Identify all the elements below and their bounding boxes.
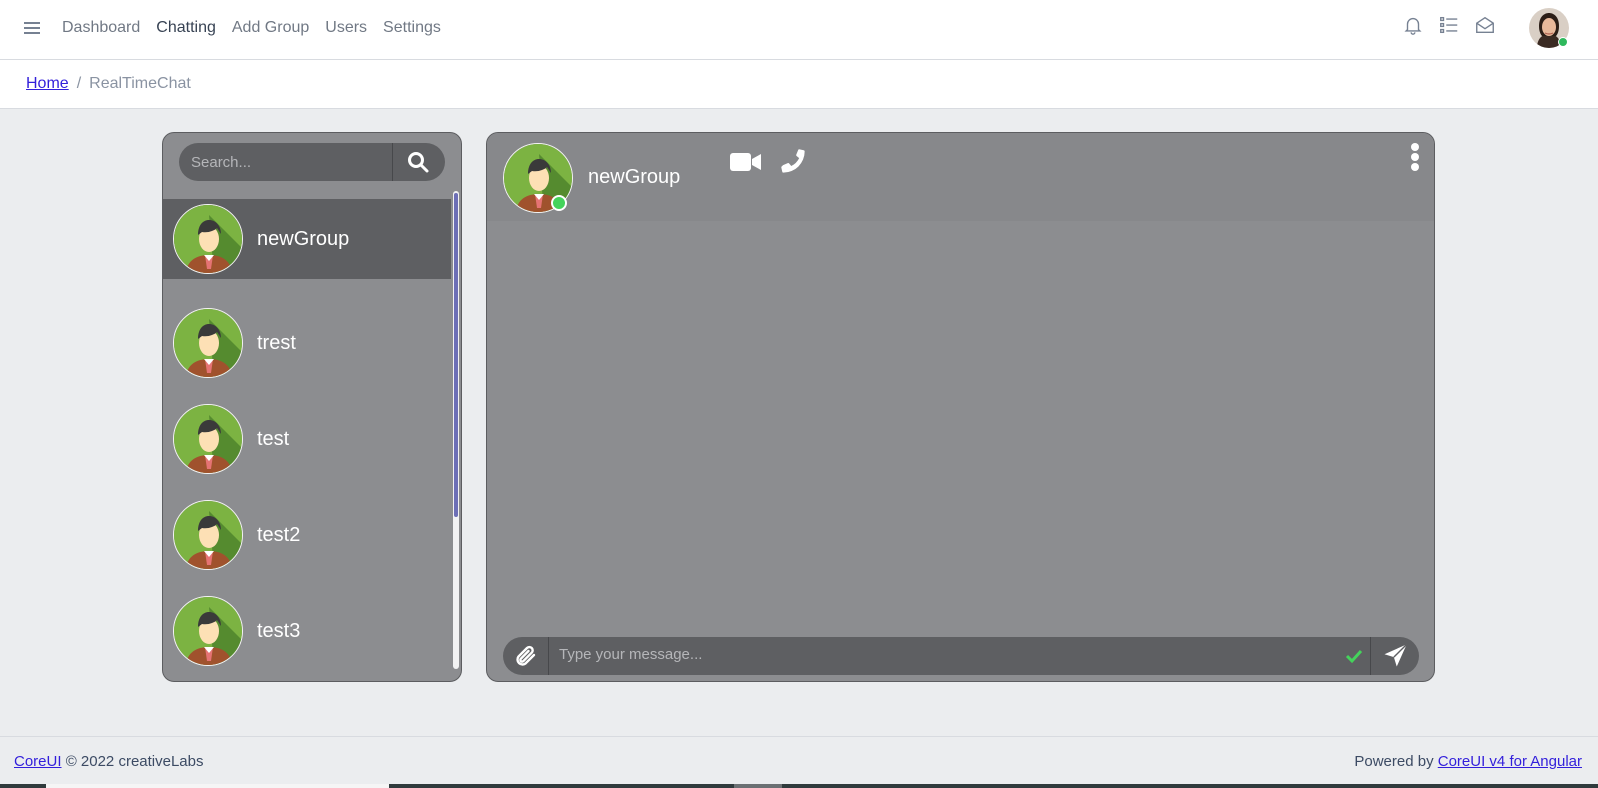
- contact-list: newGroup trest test test2 test3: [163, 199, 451, 671]
- contact-name: test3: [257, 619, 301, 642]
- contact-name: trest: [257, 331, 296, 354]
- nav-dashboard[interactable]: Dashboard: [62, 19, 140, 37]
- breadcrumb-home-link[interactable]: Home: [26, 75, 69, 92]
- chat-panel: newGroup: [486, 132, 1435, 682]
- video-call-icon[interactable]: [730, 151, 762, 173]
- nav-users[interactable]: Users: [325, 19, 367, 37]
- attach-button[interactable]: [503, 637, 549, 675]
- send-arrow-icon: [1384, 643, 1408, 667]
- search-button[interactable]: [393, 143, 443, 181]
- footer-right: Powered by CoreUI v4 for Angular: [1354, 753, 1582, 770]
- nav-add-group[interactable]: Add Group: [232, 19, 309, 37]
- bell-icon[interactable]: [1402, 14, 1424, 36]
- user-online-indicator: [1558, 37, 1568, 47]
- hamburger-menu-icon[interactable]: [22, 19, 42, 37]
- envelope-open-icon[interactable]: [1474, 14, 1496, 36]
- scrollbar-thumb[interactable]: [454, 193, 458, 517]
- contact-avatar: [173, 404, 243, 474]
- contacts-panel: newGroup trest test test2 test3: [162, 132, 462, 682]
- strip-segment: [46, 784, 389, 788]
- strip-segment: [734, 784, 782, 788]
- powered-by-text: Powered by: [1354, 753, 1434, 770]
- phone-call-icon[interactable]: [779, 147, 807, 175]
- nav-settings[interactable]: Settings: [383, 19, 441, 37]
- contact-item[interactable]: test3: [163, 583, 451, 671]
- contact-avatar: [173, 596, 243, 666]
- list-icon[interactable]: [1438, 14, 1460, 36]
- search-icon: [408, 152, 429, 173]
- breadcrumb: Home / RealTimeChat: [26, 75, 191, 93]
- breadcrumb-bar: Home / RealTimeChat: [0, 60, 1598, 109]
- contact-name: test2: [257, 523, 301, 546]
- nav-chatting[interactable]: Chatting: [156, 19, 216, 37]
- breadcrumb-current: RealTimeChat: [89, 75, 191, 92]
- contact-avatar: [173, 204, 243, 274]
- message-composer: [503, 637, 1419, 675]
- more-options-icon[interactable]: [1411, 143, 1421, 171]
- coreui-link[interactable]: CoreUI: [14, 753, 62, 770]
- paperclip-icon: [515, 645, 535, 666]
- contact-avatar: [173, 308, 243, 378]
- contact-name: test: [257, 427, 290, 450]
- top-header: Dashboard Chatting Add Group Users Setti…: [0, 0, 1598, 60]
- contact-item[interactable]: test: [163, 391, 451, 487]
- contact-name: newGroup: [257, 227, 350, 250]
- check-icon: [1345, 649, 1363, 664]
- footer-left: CoreUI © 2022 creativeLabs: [14, 753, 204, 770]
- send-button[interactable]: [1371, 637, 1419, 675]
- bottom-strip: [0, 784, 1598, 788]
- chat-title: newGroup: [588, 166, 681, 188]
- search-box: [179, 143, 445, 181]
- footer: CoreUI © 2022 creativeLabs Powered by Co…: [0, 736, 1598, 784]
- message-area: [487, 221, 1434, 621]
- online-indicator: [551, 195, 567, 211]
- chat-header: newGroup: [487, 133, 1434, 221]
- copyright-text: © 2022 creativeLabs: [65, 753, 204, 770]
- message-input[interactable]: [549, 637, 1371, 675]
- coreui-angular-link[interactable]: CoreUI v4 for Angular: [1438, 753, 1582, 770]
- contact-avatar: [173, 500, 243, 570]
- search-input[interactable]: [179, 143, 393, 181]
- breadcrumb-separator: /: [76, 75, 82, 92]
- top-nav: Dashboard Chatting Add Group Users Setti…: [62, 0, 457, 56]
- contact-item[interactable]: trest: [163, 295, 451, 391]
- contact-item[interactable]: test2: [163, 487, 451, 583]
- contact-item[interactable]: newGroup: [163, 199, 451, 279]
